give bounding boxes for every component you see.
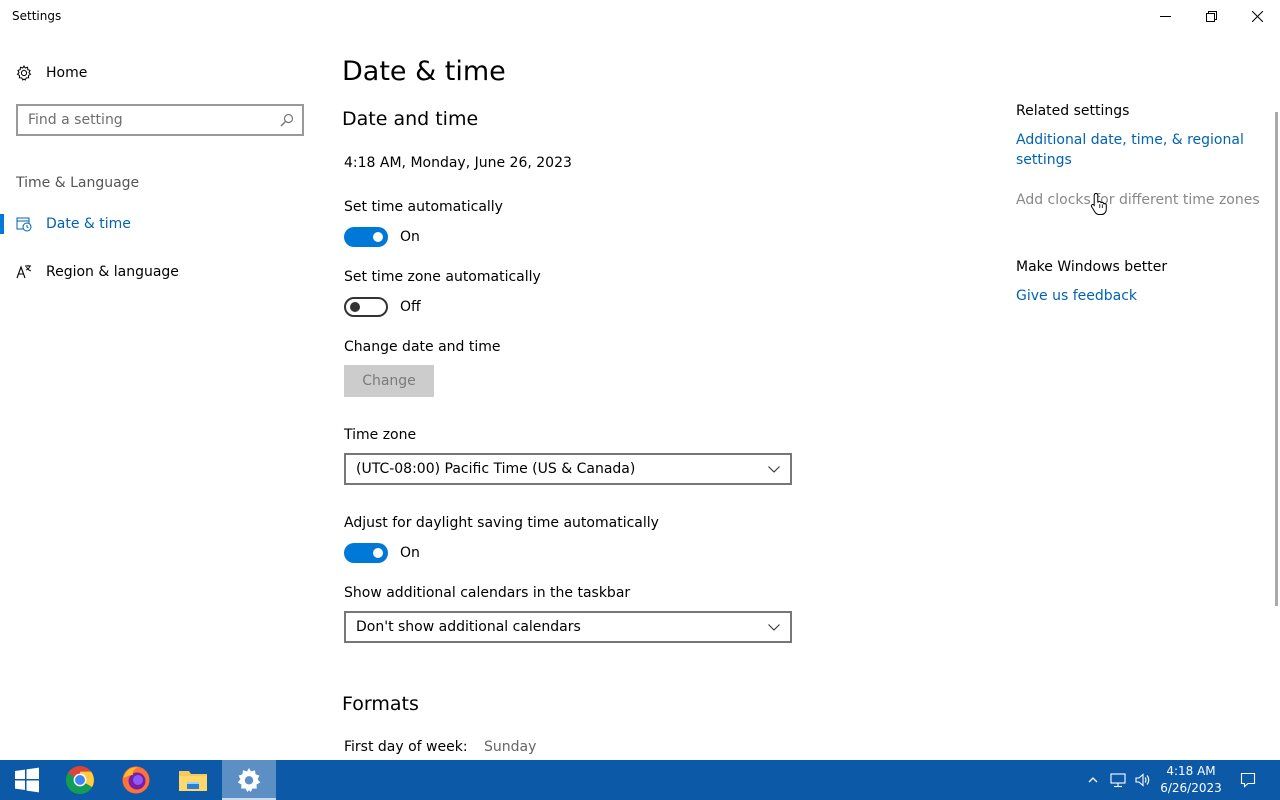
volume-button[interactable]	[1132, 760, 1154, 800]
calendar-clock-icon	[16, 217, 32, 232]
section-title: Date and time	[342, 108, 479, 130]
chevron-down-icon	[768, 466, 780, 473]
file-explorer-taskbar-button[interactable]	[166, 760, 220, 800]
firefox-icon	[122, 766, 150, 794]
restore-icon	[1205, 10, 1217, 22]
first-day-value: Sunday	[484, 739, 537, 755]
file-explorer-icon	[179, 771, 207, 791]
firefox-taskbar-button[interactable]	[109, 760, 163, 800]
restore-button[interactable]	[1188, 0, 1234, 32]
taskbar-clock[interactable]: 4:18 AM 6/26/2023	[1158, 763, 1224, 797]
window-title: Settings	[12, 9, 62, 23]
page-title: Date & time	[342, 56, 506, 87]
sidebar-section-title: Time & Language	[16, 175, 140, 191]
chevron-up-icon	[1088, 777, 1098, 783]
change-button[interactable]: Change	[344, 365, 434, 397]
sidebar-home-label: Home	[46, 65, 88, 81]
set-tz-auto-state: Off	[400, 299, 421, 315]
show-hidden-icons-button[interactable]	[1084, 760, 1102, 800]
set-time-auto-label: Set time automatically	[344, 199, 503, 215]
clock-date: 6/26/2023	[1160, 781, 1222, 795]
add-clocks-link[interactable]: Add clocks for different time zones	[1016, 190, 1266, 210]
dst-state: On	[400, 545, 420, 561]
first-day-label: First day of week:	[344, 739, 468, 755]
search-input[interactable]: Find a setting	[16, 104, 304, 136]
sidebar-home[interactable]: Home	[16, 62, 87, 84]
calendars-dropdown[interactable]: Don't show additional calendars	[344, 611, 792, 643]
network-icon	[1110, 773, 1126, 788]
make-windows-better-title: Make Windows better	[1016, 259, 1168, 275]
search-placeholder: Find a setting	[28, 112, 123, 128]
timezone-dropdown[interactable]: (UTC-08:00) Pacific Time (US & Canada)	[344, 453, 792, 485]
settings-icon	[237, 768, 261, 792]
dst-toggle[interactable]	[344, 543, 388, 563]
language-icon	[16, 265, 32, 279]
additional-settings-link[interactable]: Additional date, time, & regional settin…	[1016, 130, 1266, 170]
set-time-auto-state: On	[400, 229, 420, 245]
calendars-value: Don't show additional calendars	[356, 619, 581, 635]
action-center-button[interactable]	[1232, 760, 1264, 800]
close-button[interactable]	[1234, 0, 1280, 32]
feedback-link[interactable]: Give us feedback	[1016, 286, 1266, 306]
toggle-knob	[373, 232, 383, 242]
title-bar: Settings	[0, 0, 1280, 32]
current-datetime: 4:18 AM, Monday, June 26, 2023	[344, 155, 572, 171]
chrome-icon	[65, 766, 94, 795]
change-date-label: Change date and time	[344, 339, 501, 355]
chrome-taskbar-button[interactable]	[53, 760, 107, 800]
minimize-button[interactable]	[1142, 0, 1188, 32]
start-icon	[15, 767, 39, 793]
sidebar-item-date-time[interactable]: Date & time	[0, 211, 320, 237]
timezone-value: (UTC-08:00) Pacific Time (US & Canada)	[356, 461, 636, 477]
close-icon	[1251, 10, 1263, 22]
set-tz-auto-label: Set time zone automatically	[344, 269, 541, 285]
sidebar-item-label: Date & time	[46, 216, 131, 232]
gear-icon	[16, 65, 32, 81]
volume-icon	[1135, 773, 1150, 787]
set-time-auto-toggle[interactable]	[344, 227, 388, 247]
calendars-label: Show additional calendars in the taskbar	[344, 585, 631, 601]
set-tz-auto-toggle[interactable]	[344, 297, 388, 317]
timezone-label: Time zone	[344, 427, 417, 443]
notification-icon	[1240, 772, 1256, 788]
sidebar-item-label: Region & language	[46, 264, 179, 280]
search-icon	[280, 113, 294, 127]
network-button[interactable]	[1106, 760, 1130, 800]
start-button[interactable]	[0, 760, 54, 800]
hand-cursor-icon	[1090, 192, 1107, 215]
scrollbar[interactable]	[1275, 112, 1278, 606]
minimize-icon	[1159, 15, 1171, 17]
related-settings-title: Related settings	[1016, 103, 1130, 119]
settings-taskbar-button[interactable]	[222, 760, 276, 800]
dst-label: Adjust for daylight saving time automati…	[344, 515, 659, 531]
toggle-knob	[373, 548, 383, 558]
clock-time: 4:18 AM	[1166, 764, 1216, 778]
formats-title: Formats	[342, 693, 419, 715]
chevron-down-icon	[768, 624, 780, 631]
taskbar: 4:18 AM 6/26/2023	[0, 760, 1280, 800]
sidebar-item-region-language[interactable]: Region & language	[0, 259, 320, 285]
toggle-knob	[350, 302, 360, 312]
